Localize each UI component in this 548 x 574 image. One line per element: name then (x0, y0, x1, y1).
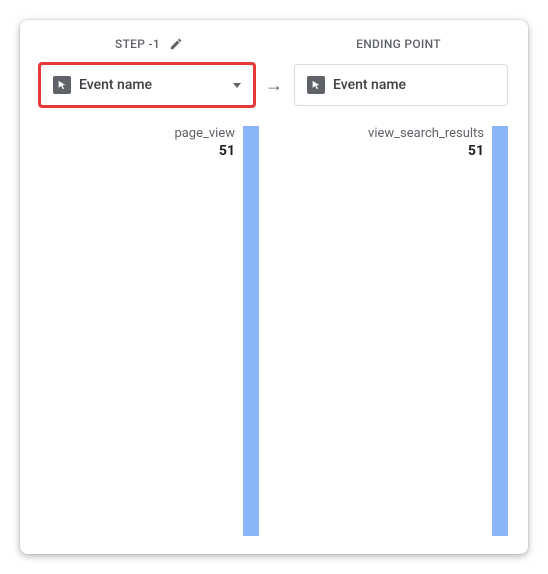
step-selector-highlight: Event name (40, 64, 254, 106)
ending-bar[interactable] (492, 126, 508, 536)
event-count: 51 (289, 143, 484, 159)
event-selector-step[interactable]: Event name (40, 64, 254, 106)
step-header: STEP -1 (40, 36, 259, 52)
selector-label: Event name (333, 77, 495, 93)
step-bar[interactable] (243, 126, 259, 536)
ending-header: ENDING POINT (289, 37, 508, 51)
arrow-right-icon: → (260, 75, 288, 96)
step-label: STEP -1 (115, 37, 160, 51)
cursor-icon (307, 76, 325, 94)
step-column: page_view 51 (40, 126, 259, 536)
ending-selector-wrapper: Event name (294, 64, 508, 106)
path-exploration-panel: STEP -1 ENDING POINT Event name → (20, 20, 528, 554)
selector-label: Event name (79, 77, 225, 93)
step-data-text: page_view 51 (40, 126, 243, 536)
cursor-icon (53, 76, 71, 94)
chevron-down-icon (233, 83, 241, 88)
selectors-row: Event name → Event name (40, 64, 508, 106)
data-visualization-row: page_view 51 view_search_results 51 (40, 126, 508, 536)
event-name: view_search_results (289, 126, 484, 141)
pencil-icon[interactable] (168, 36, 184, 52)
header-row: STEP -1 ENDING POINT (40, 36, 508, 52)
event-selector-ending[interactable]: Event name (294, 64, 508, 106)
event-count: 51 (40, 143, 235, 159)
ending-column: view_search_results 51 (289, 126, 508, 536)
ending-label: ENDING POINT (356, 37, 441, 51)
event-name: page_view (40, 126, 235, 141)
ending-data-text: view_search_results 51 (289, 126, 492, 536)
